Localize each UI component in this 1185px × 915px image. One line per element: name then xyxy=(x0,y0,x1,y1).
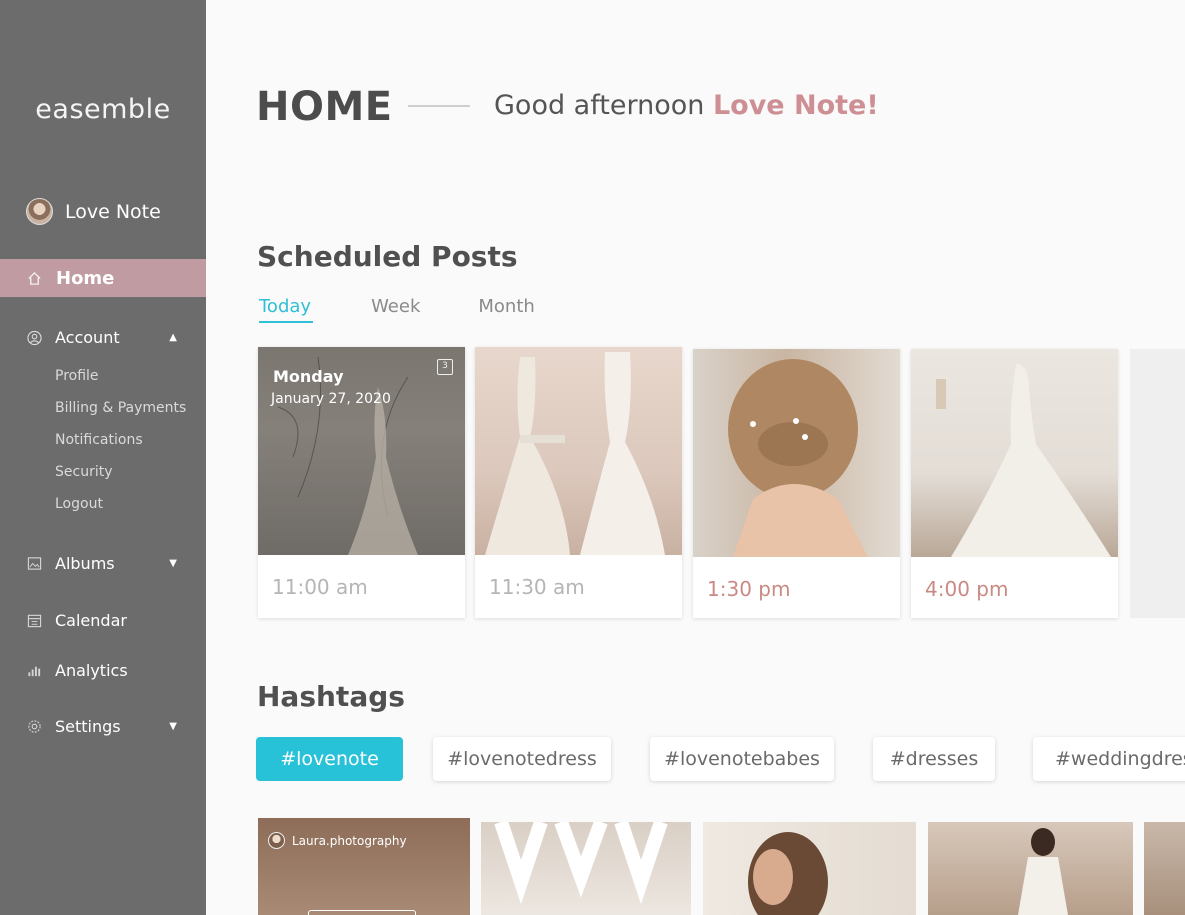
photo-credit: Laura.photography xyxy=(268,832,407,849)
sidebar-item-settings[interactable]: Settings ▼ xyxy=(27,717,177,736)
greeting-text: Good afternoon Love Note! xyxy=(494,90,879,121)
post-day: Monday xyxy=(273,367,344,386)
hashtag-chip-active[interactable]: #lovenote xyxy=(256,737,403,781)
scheduled-post-card[interactable]: 11:30 am xyxy=(475,347,682,618)
scheduled-post-card[interactable]: 1:30 pm xyxy=(693,349,900,618)
caret-down-icon[interactable]: ▼ xyxy=(169,558,177,569)
sidebar-sub-profile[interactable]: Profile xyxy=(55,368,99,384)
post-time: 1:30 pm xyxy=(707,577,791,601)
post-time: 11:30 am xyxy=(489,575,585,599)
post-time: 4:00 pm xyxy=(925,577,1009,601)
scheduled-post-card-partial[interactable] xyxy=(1130,349,1185,618)
greeting-name: Love Note! xyxy=(712,90,879,121)
sidebar-item-label: Settings xyxy=(55,717,121,736)
hashtag-photo[interactable]: Laura.photography xyxy=(258,818,470,915)
avatar xyxy=(268,832,285,849)
hashtag-chip[interactable]: #weddingdres xyxy=(1033,737,1185,781)
bar-chart-icon xyxy=(27,663,42,678)
tab-month[interactable]: Month xyxy=(478,296,534,323)
brand-logo[interactable]: easemble xyxy=(0,94,206,125)
caret-up-icon[interactable]: ▲ xyxy=(169,332,177,343)
hashtag-chip[interactable]: #lovenotebabes xyxy=(650,737,834,781)
gown-illustration xyxy=(936,364,1111,557)
sidebar-sub-billing[interactable]: Billing & Payments xyxy=(55,400,186,416)
post-time: 11:00 am xyxy=(272,575,368,599)
hashtag-photo[interactable] xyxy=(703,822,916,915)
sidebar-item-label: Albums xyxy=(55,554,115,573)
user-circle-icon xyxy=(27,330,42,345)
hashtag-photo-partial[interactable] xyxy=(1144,822,1185,915)
user-profile[interactable]: Love Note xyxy=(26,198,161,225)
scheduled-post-card[interactable]: Monday January 27, 2020 3 11:00 am xyxy=(258,347,465,618)
post-image: Monday January 27, 2020 3 xyxy=(258,347,465,555)
hashtag-photo[interactable] xyxy=(481,822,691,915)
gear-icon xyxy=(27,719,42,734)
sidebar-sub-security[interactable]: Security xyxy=(55,464,113,480)
greeting-prefix: Good afternoon xyxy=(494,90,713,121)
dress-illustration xyxy=(485,352,665,555)
schedule-tabs: Today Week Month xyxy=(259,296,593,323)
sidebar-item-label: Analytics xyxy=(55,661,128,680)
sidebar-item-albums[interactable]: Albums ▼ xyxy=(27,554,177,573)
avatar xyxy=(26,198,53,225)
post-image xyxy=(911,349,1118,557)
tab-today[interactable]: Today xyxy=(259,296,314,323)
post-date: January 27, 2020 xyxy=(271,391,391,407)
sidebar-item-calendar[interactable]: Calendar xyxy=(27,611,177,630)
sidebar-item-label: Home xyxy=(56,267,115,289)
credit-name: Laura.photography xyxy=(292,833,407,848)
multi-image-icon: 3 xyxy=(437,359,453,375)
bride-gown-illustration xyxy=(1018,828,1068,915)
caret-down-icon[interactable]: ▼ xyxy=(169,721,177,732)
calendar-icon xyxy=(27,613,42,628)
title-divider xyxy=(408,105,470,107)
sidebar-item-label: Account xyxy=(55,328,120,347)
hashtag-photo[interactable] xyxy=(928,822,1133,915)
scheduled-post-card[interactable]: 4:00 pm xyxy=(911,349,1118,618)
scheduled-posts-title: Scheduled Posts xyxy=(257,240,518,273)
sidebar-sub-logout[interactable]: Logout xyxy=(55,496,103,512)
bride-hair-illustration xyxy=(728,359,868,557)
post-image xyxy=(693,349,900,557)
tab-week[interactable]: Week xyxy=(371,296,420,323)
sidebar-item-analytics[interactable]: Analytics xyxy=(27,661,177,680)
bride-portrait-illustration xyxy=(748,832,828,915)
sidebar-item-label: Calendar xyxy=(55,611,127,630)
sidebar-item-account[interactable]: Account ▲ xyxy=(27,328,177,347)
image-icon xyxy=(27,556,42,571)
post-image xyxy=(475,347,682,555)
sidebar-item-home[interactable]: Home xyxy=(0,259,206,297)
page-title: HOME xyxy=(256,84,393,130)
sidebar: easemble Love Note Home Account ▲ Profil… xyxy=(0,0,206,915)
hashtag-chip[interactable]: #dresses xyxy=(873,737,995,781)
bridesmaids-illustration xyxy=(494,822,668,905)
hashtag-chip[interactable]: #lovenotedress xyxy=(433,737,611,781)
hashtags-title: Hashtags xyxy=(257,680,405,713)
home-icon xyxy=(27,271,42,286)
view-button[interactable] xyxy=(308,910,416,915)
sidebar-sub-notifications[interactable]: Notifications xyxy=(55,432,143,448)
user-name: Love Note xyxy=(65,200,161,223)
